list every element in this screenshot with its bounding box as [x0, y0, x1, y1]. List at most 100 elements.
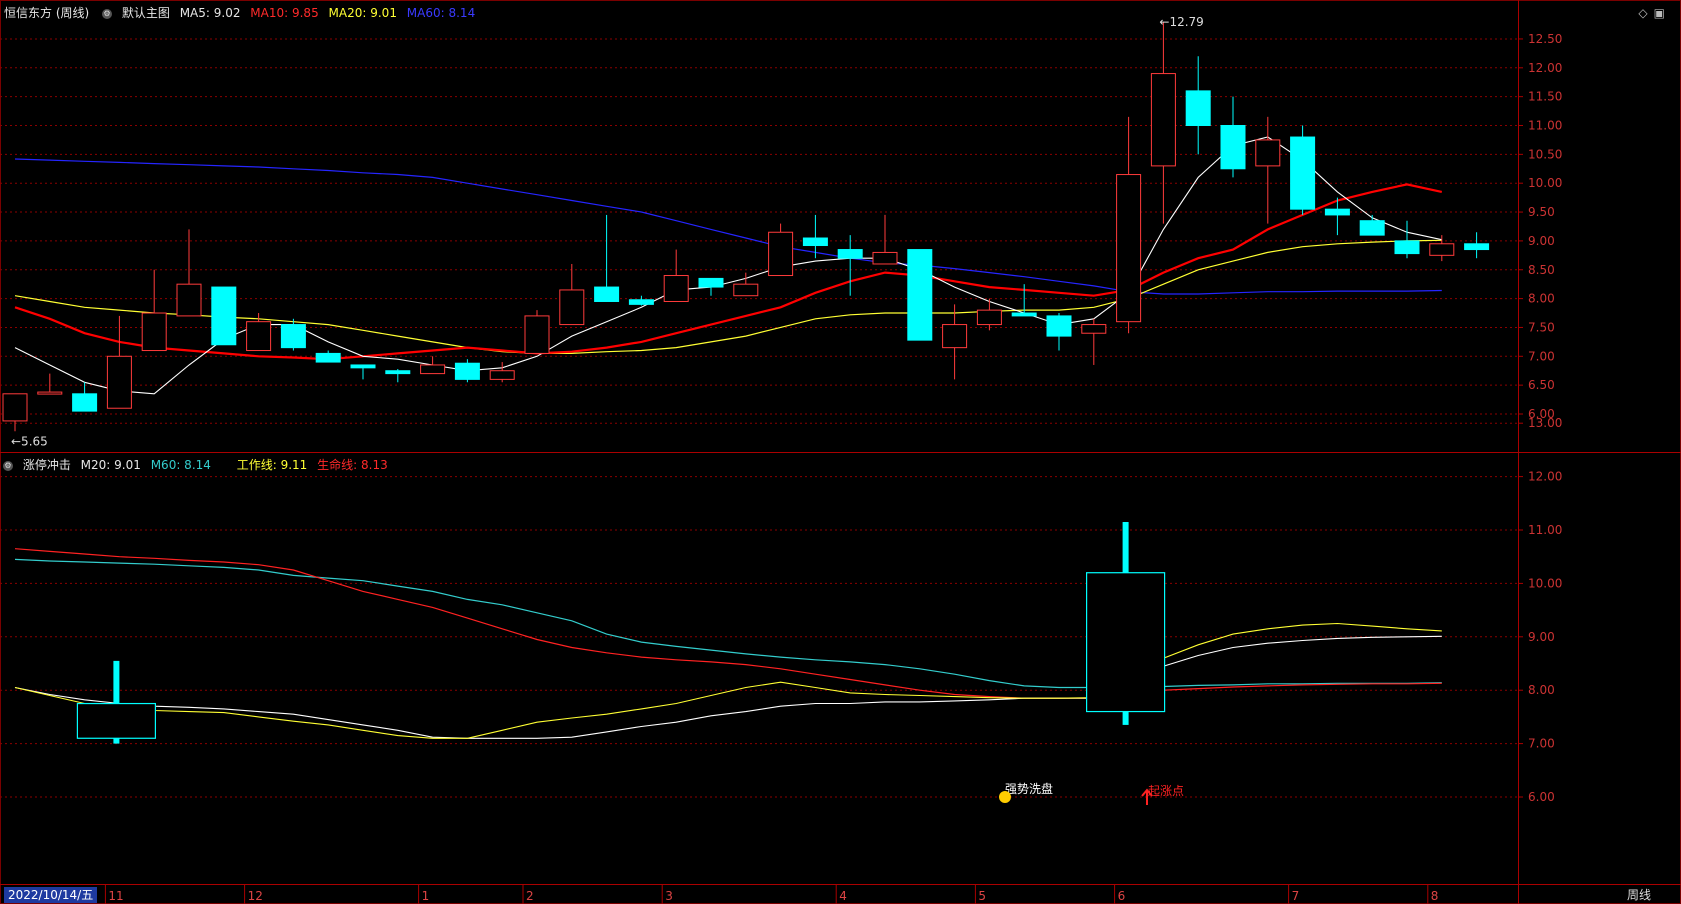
month-label: 2 — [526, 889, 534, 903]
month-label: 5 — [978, 889, 986, 903]
sub-candle-box — [1085, 572, 1166, 713]
candle-up — [106, 355, 132, 409]
candle-up — [176, 283, 202, 317]
price-tick-label: 8.50 — [1528, 263, 1555, 277]
candle-down — [315, 352, 341, 363]
candle-up — [1116, 174, 1142, 323]
candle-down — [72, 393, 98, 412]
candle-down — [1394, 240, 1420, 255]
price-tick-label: 7.00 — [1528, 349, 1555, 363]
candle-down — [1359, 220, 1385, 236]
candle-down — [350, 364, 376, 369]
month-label: 11 — [108, 889, 123, 903]
sub-tick-label: 6.00 — [1528, 790, 1555, 804]
main-chart-header: 恒信东方 (周线) ⚙ 默认主图 MA5: 9.02 MA10: 9.85 MA… — [0, 4, 481, 22]
candle-down — [211, 286, 237, 346]
life-line-value: 生命线: 8.13 — [317, 458, 388, 472]
candle-down — [1324, 208, 1350, 216]
candle-up — [942, 324, 968, 349]
candle-up — [489, 370, 515, 380]
m60-value: M60: 8.14 — [150, 458, 211, 472]
candle-up — [37, 391, 63, 395]
price-tick-label: 9.00 — [1528, 234, 1555, 248]
candle-up — [420, 364, 446, 375]
sub-tick-label: 7.00 — [1528, 737, 1555, 751]
high-price-label: ←12.79 — [1159, 15, 1203, 29]
candle-down — [698, 277, 724, 288]
candle-down — [1464, 243, 1490, 251]
month-label: 1 — [422, 889, 430, 903]
price-tick-label: 11.50 — [1528, 90, 1562, 104]
candle-down — [1046, 315, 1072, 337]
chart-name[interactable]: 默认主图 — [122, 6, 170, 20]
wash-signal-icon — [999, 791, 1011, 803]
price-tick-label: 9.50 — [1528, 205, 1555, 219]
candle-down — [1185, 90, 1211, 126]
sub-tick-label: 10.00 — [1528, 576, 1562, 590]
low-price-label: ←5.65 — [11, 434, 48, 448]
diamond-icon[interactable]: ◇ — [1638, 6, 1653, 20]
candle-down — [802, 237, 828, 247]
candle-down — [1011, 312, 1037, 317]
candle-down — [628, 299, 654, 305]
candle-up — [141, 312, 167, 352]
ma10-value: MA10: 9.85 — [250, 6, 319, 20]
work-line-value: 工作线: 9.11 — [236, 458, 308, 472]
candle-up — [1429, 243, 1455, 256]
settings-icon[interactable]: ⚙ — [102, 8, 113, 19]
ma5-line — [14, 136, 1442, 395]
candle-up — [976, 309, 1002, 326]
month-label: 7 — [1292, 889, 1300, 903]
candle-down — [594, 286, 620, 302]
work-line — [14, 622, 1442, 739]
sub-chart-header: ⚙ 涨停冲击 M20: 9.01 M60: 8.14 工作线: 9.11 生命线… — [0, 456, 394, 474]
candle-down — [837, 249, 863, 259]
candle-up — [2, 393, 28, 422]
stock-title[interactable]: 恒信东方 (周线) — [4, 6, 89, 20]
ma20-value: MA20: 9.01 — [328, 6, 397, 20]
candle-up — [524, 315, 550, 354]
window-icons: ◇▣ — [1638, 6, 1671, 20]
month-label: 12 — [248, 889, 263, 903]
month-label: 8 — [1431, 889, 1439, 903]
maximize-icon[interactable]: ▣ — [1654, 6, 1671, 20]
sub-tick-label: 8.00 — [1528, 683, 1555, 697]
indicator-name[interactable]: 涨停冲击 — [23, 458, 71, 472]
price-tick-label: 10.00 — [1528, 176, 1562, 190]
month-label: 4 — [839, 889, 847, 903]
candle-up — [1081, 324, 1107, 334]
candle-down — [907, 249, 933, 341]
ma60-line — [14, 158, 1442, 295]
price-tick-label: 12.00 — [1528, 61, 1562, 75]
price-tick-label: 8.00 — [1528, 292, 1555, 306]
life-line — [14, 548, 1442, 699]
candle-up — [733, 283, 759, 297]
candle-down — [454, 362, 480, 380]
candle-down — [1220, 125, 1246, 170]
price-tick-label: 7.50 — [1528, 320, 1555, 334]
candle-up — [1150, 73, 1176, 167]
month-label: 3 — [665, 889, 673, 903]
m20-value: M20: 9.01 — [80, 458, 141, 472]
start-signal-label: 起涨点 — [1148, 783, 1184, 798]
price-tick-label: 6.50 — [1528, 378, 1555, 392]
candle-up — [246, 321, 272, 352]
m60-line — [14, 558, 1442, 689]
sub-tick-label: 9.00 — [1528, 630, 1555, 644]
candle-up — [559, 289, 585, 326]
sub-tick-label: 11.00 — [1528, 523, 1562, 537]
price-tick-label: 10.50 — [1528, 147, 1562, 161]
candle-down — [385, 370, 411, 375]
price-tick-label: 11.00 — [1528, 119, 1562, 133]
candle-up — [872, 251, 898, 265]
chart-canvas[interactable]: 6.00 6.50 7.00 7.50 8.00 8.50 9.00 9.50 10.00 10.… — [0, 0, 1681, 904]
ma60-value: MA60: 8.14 — [406, 6, 476, 20]
period-label[interactable]: 周线 — [1627, 887, 1651, 903]
candle-up — [768, 231, 794, 277]
wash-signal-label: 强势洗盘 — [1005, 781, 1053, 796]
candle-up — [663, 275, 689, 302]
date-cursor-label: 2022/10/14/五 — [4, 887, 98, 903]
settings-icon[interactable]: ⚙ — [3, 460, 13, 471]
price-tick-label: 12.50 — [1528, 32, 1562, 46]
month-label: 6 — [1118, 889, 1126, 903]
